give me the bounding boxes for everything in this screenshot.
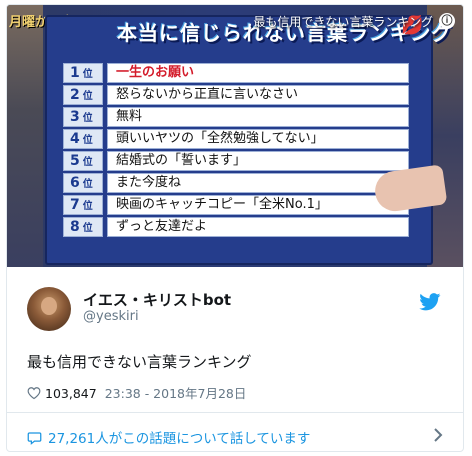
author-handle[interactable]: @yeskiri bbox=[83, 309, 139, 324]
ranking-text: 頭いいヤツの「全然勉強してない」 bbox=[107, 129, 409, 149]
ranking-text: ずっと友達だよ bbox=[107, 217, 409, 237]
twitter-bird-icon[interactable] bbox=[419, 293, 441, 311]
ranking-text: 映画のキャッチコピー「全米No.1」 bbox=[107, 195, 409, 215]
ranking-list: 1位 一生のお願い 2位 怒らないから正直に言いなさい 3位 無料 4位 頭いい… bbox=[63, 63, 409, 239]
ranking-board: 本当に信じられない言葉ランキング 💋 1位 一生のお願い 2位 怒らないから正直… bbox=[45, 15, 451, 265]
ranking-rank: 8位 bbox=[63, 217, 103, 237]
tweet-card: 月曜から夜ふかし 本当に信じられない言葉ランキング 💋 1位 一生のお願い 2位… bbox=[6, 4, 464, 452]
ranking-row: 2位 怒らないから正直に言いなさい bbox=[63, 85, 409, 105]
heart-icon[interactable] bbox=[27, 386, 41, 400]
ranking-row: 7位 映画のキャッチコピー「全米No.1」 bbox=[63, 195, 409, 215]
ranking-row: 4位 頭いいヤツの「全然勉強してない」 bbox=[63, 129, 409, 149]
tv-ticker-text: 最も信用できない言葉ランキング bbox=[253, 15, 433, 29]
tweet-media-image[interactable]: 月曜から夜ふかし 本当に信じられない言葉ランキング 💋 1位 一生のお願い 2位… bbox=[7, 5, 463, 267]
tweet-timestamp[interactable]: 23:38 - 2018年7月28日 bbox=[105, 386, 247, 401]
ranking-rank: 5位 bbox=[63, 151, 103, 171]
like-count[interactable]: 103,847 bbox=[45, 386, 97, 401]
tv-background-left bbox=[7, 5, 43, 267]
ranking-row: 6位 また今度ね bbox=[63, 173, 409, 193]
ranking-text: 無料 bbox=[107, 107, 409, 127]
tweet-author[interactable]: イエス・キリストbot @yeskiri bbox=[27, 287, 447, 331]
tweet-text: 最も信用できない言葉ランキング bbox=[27, 353, 252, 371]
conversation-link[interactable]: 27,261人がこの話題について話しています bbox=[27, 427, 310, 447]
info-icon[interactable]: ⓘ bbox=[439, 13, 455, 29]
ranking-row: 3位 無料 bbox=[63, 107, 409, 127]
ranking-text: 一生のお願い bbox=[107, 63, 409, 83]
ranking-text: また今度ね bbox=[107, 173, 409, 193]
ranking-rank: 6位 bbox=[63, 173, 103, 193]
author-name[interactable]: イエス・キリストbot bbox=[83, 289, 231, 310]
ranking-rank: 1位 bbox=[63, 63, 103, 83]
ranking-rank: 4位 bbox=[63, 129, 103, 149]
conversation-text: 27,261人がこの話題について話しています bbox=[48, 431, 311, 447]
ranking-text: 怒らないから正直に言いなさい bbox=[107, 85, 409, 105]
tweet-meta: 103,847 23:38 - 2018年7月28日 bbox=[27, 383, 246, 402]
avatar[interactable] bbox=[27, 287, 71, 331]
ranking-row: 5位 結婚式の「誓います」 bbox=[63, 151, 409, 171]
ranking-rank: 2位 bbox=[63, 85, 103, 105]
chevron-right-icon[interactable] bbox=[433, 427, 443, 443]
ranking-rank: 3位 bbox=[63, 107, 103, 127]
divider bbox=[7, 412, 463, 413]
ranking-row: 8位 ずっと友達だよ bbox=[63, 217, 409, 237]
ranking-rank: 7位 bbox=[63, 195, 103, 215]
ranking-text: 結婚式の「誓います」 bbox=[107, 151, 409, 171]
comment-icon bbox=[27, 432, 42, 445]
ranking-row: 1位 一生のお願い bbox=[63, 63, 409, 83]
